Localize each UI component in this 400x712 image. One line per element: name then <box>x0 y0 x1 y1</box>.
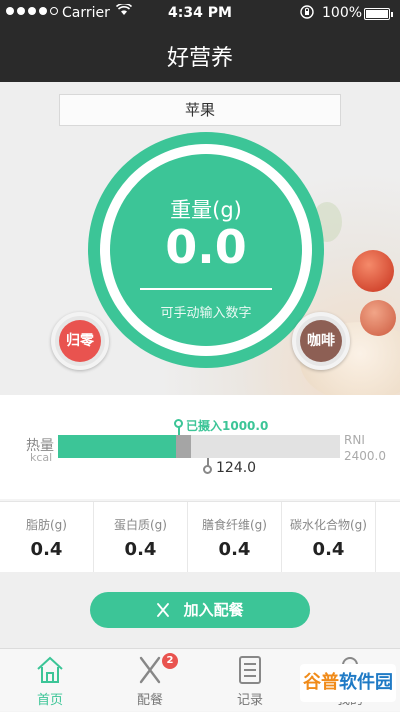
ate-label: 已摄入1000.0 <box>186 419 269 433</box>
energy-bar-consumed <box>58 435 176 458</box>
nutrient-protein: 蛋白质(g) 0.4 <box>94 502 188 572</box>
nutrient-row: 脂肪(g) 0.4 蛋白质(g) 0.4 膳食纤维(g) 0.4 碳水化合物(g… <box>0 501 400 572</box>
status-bar: Carrier 4:34 PM 100% <box>0 0 400 28</box>
nutrient-carbs: 碳水化合物(g) 0.4 <box>282 502 376 572</box>
tab-label: 首页 <box>36 693 63 708</box>
rotation-lock-icon <box>300 5 314 22</box>
tab-meal[interactable]: 2 配餐 <box>100 649 200 712</box>
tab-records[interactable]: 记录 <box>200 649 300 712</box>
add-value: 124.0 <box>216 460 257 476</box>
site-watermark: 谷普软件园 <box>300 664 396 702</box>
nutrient-value: 0.4 <box>312 539 345 560</box>
energy-unit: kcal <box>30 451 53 464</box>
tab-label: 配餐 <box>136 693 163 708</box>
fork-knife-icon <box>156 601 175 619</box>
nutrient-value: 0.4 <box>218 539 251 560</box>
zero-button-label: 归零 <box>59 320 101 362</box>
food-select-button[interactable]: 咖啡 <box>292 312 350 370</box>
ate-marker-dot <box>174 419 183 428</box>
nutrient-name: 脂肪(g) <box>26 518 67 532</box>
add-meal-area: 加入配餐 <box>0 572 400 648</box>
energy-bar-added <box>176 435 191 458</box>
food-select-label: 咖啡 <box>300 320 342 362</box>
energy-panel: 热量 kcal 已摄入1000.0 124.0 RNI 2400.0 <box>0 395 400 499</box>
nutrient-name: 蛋白质(g) <box>114 518 167 532</box>
notification-badge: 2 <box>162 653 178 669</box>
nutrient-name: 膳食纤维(g) <box>202 518 267 532</box>
list-icon <box>234 655 266 685</box>
rni-label: RNI <box>344 433 365 447</box>
weight-divider <box>140 288 272 290</box>
nutrient-fat: 脂肪(g) 0.4 <box>0 502 94 572</box>
battery-percent: 100% <box>322 5 363 21</box>
background-tomato-image <box>360 300 396 336</box>
weight-hint: 可手动输入数字 <box>160 306 252 321</box>
add-marker-dot <box>203 465 212 474</box>
energy-bar <box>58 435 340 458</box>
tab-home[interactable]: 首页 <box>0 649 100 712</box>
nutrient-value: 0.4 <box>124 539 157 560</box>
home-icon <box>34 655 66 685</box>
weight-dial: 重量(g) 0.0 可手动输入数字 <box>88 132 324 368</box>
battery-icon <box>364 8 393 20</box>
nutrient-value: 0.4 <box>30 539 63 560</box>
tab-label: 记录 <box>236 693 263 708</box>
background-tomato-image <box>352 250 394 292</box>
weight-display[interactable]: 重量(g) 0.0 可手动输入数字 <box>110 154 302 346</box>
scale-panel: 苹果 重量(g) 0.0 可手动输入数字 归零 咖啡 <box>0 82 400 395</box>
nutrient-fiber: 膳食纤维(g) 0.4 <box>188 502 282 572</box>
weight-value[interactable]: 0.0 <box>110 220 302 274</box>
add-to-meal-button[interactable]: 加入配餐 <box>90 592 310 628</box>
zero-button[interactable]: 归零 <box>51 312 109 370</box>
rni-value: 2400.0 <box>344 449 386 463</box>
nutrient-name: 碳水化合物(g) <box>290 518 367 532</box>
page-title: 好营养 <box>166 46 233 71</box>
add-to-meal-label: 加入配餐 <box>183 601 244 619</box>
food-name-field[interactable]: 苹果 <box>59 94 341 126</box>
nav-bar: 好营养 <box>0 28 400 82</box>
